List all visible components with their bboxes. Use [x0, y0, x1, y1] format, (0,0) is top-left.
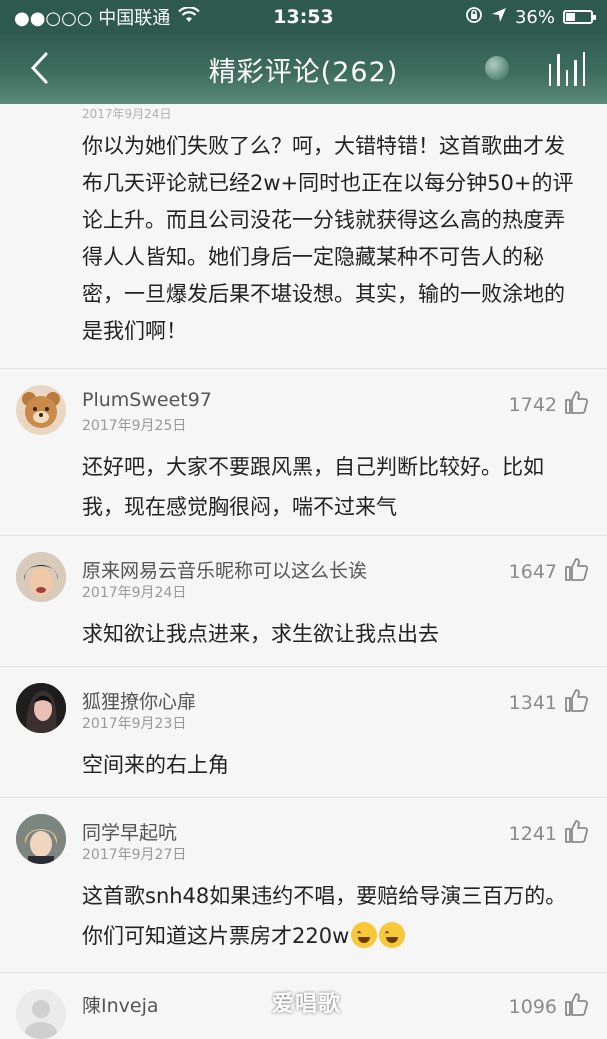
thumbs-up-icon — [563, 389, 589, 420]
nav-bar: 精彩评论(262) — [0, 34, 607, 104]
like-button[interactable]: 1647 — [509, 556, 589, 587]
avatar[interactable] — [16, 683, 66, 733]
avatar[interactable] — [16, 385, 66, 435]
comment-text: 还好吧，大家不要跟风黑，自己判断比较好。比如我，现在感觉胸很闷，喘不过来气 — [82, 455, 544, 519]
bubble-decoration-icon — [485, 56, 509, 80]
comment-item: 原来网易云音乐昵称可以这么长诶 2017年9月24日 1647 求知欲让我点进来… — [0, 535, 607, 666]
like-button[interactable]: 1341 — [509, 687, 589, 718]
comment-item: 狐狸撩你心扉 2017年9月23日 1341 空间来的右上角 — [0, 666, 607, 797]
comment-username[interactable]: 原来网易云音乐昵称可以这么长诶 — [82, 556, 367, 583]
comment-list: 2017年9月24日 你以为她们失败了么？呵，大错特错！这首歌曲才发布几天评论就… — [0, 104, 607, 1039]
comment-username[interactable]: 同学早起吭 — [82, 818, 177, 845]
like-count: 1647 — [508, 560, 557, 583]
comment-text: 这首歌snh48如果违约不唱，要赔给导演三百万的。你们可知道这片票房才220w — [82, 876, 583, 956]
comment-date: 2017年9月23日 — [82, 716, 187, 732]
now-playing-icon[interactable] — [549, 52, 586, 86]
like-button[interactable]: 1742 — [509, 389, 589, 420]
comment-username[interactable]: 狐狸撩你心扉 — [82, 687, 196, 714]
laughing-emoji-icon — [351, 922, 378, 948]
comment-text-content: 这首歌snh48如果违约不唱，要赔给导演三百万的。你们可知道这片票房才220w — [82, 884, 567, 948]
avatar[interactable] — [16, 814, 66, 864]
thumbs-up-icon — [563, 556, 589, 587]
like-count: 1742 — [508, 393, 557, 416]
watermark: 爱唱歌 — [272, 992, 342, 1017]
comment-item: 2017年9月24日 你以为她们失败了么？呵，大错特错！这首歌曲才发布几天评论就… — [0, 104, 607, 368]
comment-text: 空间来的右上角 — [82, 753, 229, 777]
like-count: 1096 — [508, 995, 557, 1018]
orientation-lock-icon — [465, 6, 483, 29]
status-bar: ●●○○○ 中国联通 13:53 36% — [0, 0, 607, 34]
wifi-icon — [178, 5, 201, 28]
thumbs-up-icon — [563, 991, 589, 1022]
avatar[interactable] — [16, 552, 66, 602]
avatar[interactable] — [16, 989, 66, 1039]
like-button[interactable]: 1241 — [509, 818, 589, 849]
comment-text: 你以为她们失败了么？呵，大错特错！这首歌曲才发布几天评论就已经2w+同时也正在以… — [82, 134, 574, 343]
battery-icon — [563, 10, 596, 24]
comment-date: 2017年9月25日 — [82, 418, 187, 434]
like-button[interactable]: 1096 — [509, 991, 589, 1022]
battery-percent: 36% — [514, 6, 555, 28]
comment-date: 2017年9月24日 — [82, 107, 172, 121]
comment-text: 求知欲让我点进来，求生欲让我点出去 — [82, 622, 439, 646]
comment-username[interactable]: PlumSweet97 — [82, 389, 212, 411]
comment-item: PlumSweet97 2017年9月25日 1742 还好吧，大家不要跟风黑，… — [0, 368, 607, 535]
location-icon — [491, 7, 507, 28]
page-title: 精彩评论(262) — [208, 56, 399, 88]
comment-username[interactable]: 陳Inveja — [82, 991, 159, 1018]
carrier-label: ●●○○○ 中国联通 — [14, 8, 171, 29]
comment-date: 2017年9月24日 — [82, 585, 187, 601]
back-icon[interactable] — [22, 48, 62, 88]
comment-date: 2017年9月27日 — [82, 847, 187, 863]
laughing-emoji-icon — [379, 922, 406, 948]
thumbs-up-icon — [563, 818, 589, 849]
like-count: 1241 — [508, 822, 557, 845]
like-count: 1341 — [508, 691, 557, 714]
comment-item: 同学早起吭 2017年9月27日 1241 这首歌snh48如果违约不唱，要赔给… — [0, 797, 607, 972]
thumbs-up-icon — [563, 687, 589, 718]
